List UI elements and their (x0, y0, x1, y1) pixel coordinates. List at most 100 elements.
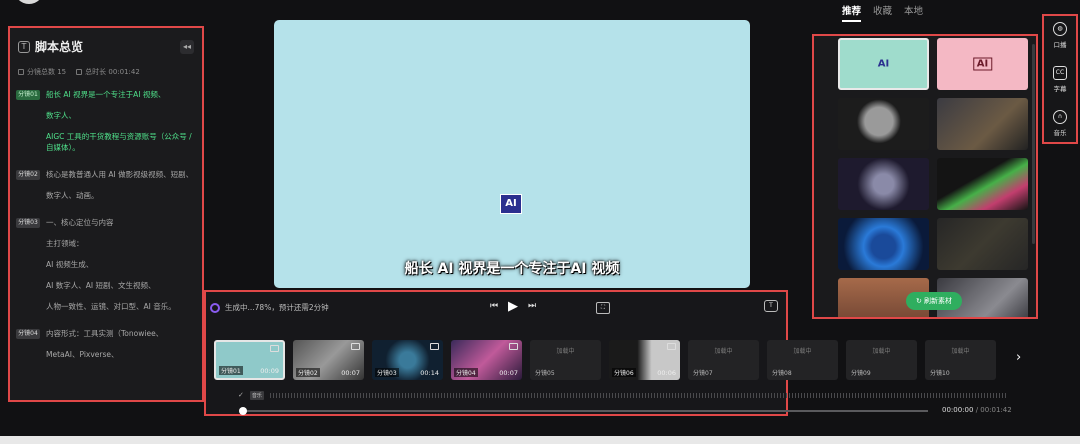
toolbar-item-0[interactable]: ◍ 口播 (1044, 22, 1076, 49)
clip-thumbnail[interactable]: 分镜01 00:09 (214, 340, 285, 380)
material-tile[interactable] (838, 158, 929, 210)
audio-waveform (269, 392, 1008, 398)
toolbar-item-label: 口播 (1053, 41, 1067, 49)
material-tile[interactable] (937, 158, 1028, 210)
toolbar-item-1[interactable]: CC 字幕 (1044, 66, 1076, 93)
segment-line: 船长 AI 视界是一个专注于AI 视频、 (46, 90, 166, 99)
material-tile[interactable]: AI (838, 38, 929, 90)
segment-line: 人物一致性、运镜、对口型、AI 音乐。 (46, 302, 176, 311)
clip-preview-icon[interactable] (430, 343, 439, 350)
clip-thumbnail[interactable]: 分镜03 00:14 (372, 340, 443, 380)
ai-chip-mark: AI (972, 57, 993, 71)
collapse-panel-button[interactable]: ◂◂ (180, 39, 194, 54)
loading-text: 加载中 (556, 348, 575, 355)
segments-total-stat: 分镜总数 15 (18, 67, 66, 77)
segment-badge: 分镜01 (16, 90, 40, 100)
tab-material-1[interactable]: 收藏 (873, 3, 892, 22)
generation-status-text: 生成中...78%，预计还需2分钟 (225, 303, 329, 312)
generation-status: 生成中...78%，预计还需2分钟 (210, 302, 329, 313)
material-tile[interactable] (937, 98, 1028, 150)
segment-line: AI 数字人、AI 短剧、文生视频、 (46, 281, 156, 290)
loading-text: 加载中 (714, 348, 733, 355)
audio-badge: 音乐 (249, 390, 264, 400)
clock-icon (76, 69, 83, 75)
toolbar-item-2[interactable]: ∩ 音乐 (1044, 110, 1076, 137)
grid-icon (18, 69, 24, 75)
clip-thumbnail[interactable]: 加载中 分镜08 (767, 340, 838, 380)
loading-text: 加载中 (793, 348, 812, 355)
text-icon: T (18, 40, 30, 53)
script-segment[interactable]: 分镜04 内容形式：工具实测（Tonowiee、 MetaAI、Pixverse、 (10, 328, 202, 370)
clip-duration: 00:07 (341, 369, 360, 377)
material-tile[interactable] (937, 218, 1028, 270)
check-icon: ✓ (238, 391, 244, 399)
clip-duration: 00:07 (499, 369, 518, 377)
clip-thumbnail[interactable]: 加载中 分镜07 (688, 340, 759, 380)
clip-preview-icon[interactable] (270, 345, 279, 352)
timecode: 00:00:00 / 00:01:42 (942, 406, 1012, 414)
script-segment[interactable]: 分镜01 船长 AI 视界是一个专注于AI 视频、 数字人、 AIGC 工具的干货教程… (10, 89, 202, 163)
refresh-material-button[interactable]: ↻ 刷新素材 (906, 292, 962, 310)
clip-label: 分镜10 (930, 370, 950, 377)
clip-thumbnail[interactable]: 加载中 分镜05 (530, 340, 601, 380)
app-root: T 脚本总览 ◂◂ 分镜总数 15 总时长 00:01:42 分镜01 船长 AI… (0, 0, 1080, 444)
segment-text: 内容形式：工具实测（Tonowiee、 MetaAI、Pixverse、 (46, 328, 196, 370)
clip-thumbnail[interactable]: 加载中分镜09 (846, 340, 917, 380)
microphone-icon: ◍ (1053, 22, 1067, 36)
material-panel: AI AI (812, 34, 1038, 319)
segment-line: 一、核心定位与内容 (46, 218, 114, 227)
segment-list: 分镜01 船长 AI 视界是一个专注于AI 视频、 数字人、 AIGC 工具的干货教程… (10, 89, 202, 370)
clip-strip: 分镜01 00:09 分镜02 00:07 分镜03 00:14 分镜04 00:07 加载中分… (214, 340, 1034, 382)
clip-label: 分镜09 (851, 370, 871, 377)
material-tile[interactable] (838, 98, 929, 150)
segment-line: 内容形式：工具实测（Tonowiee、 (46, 329, 164, 338)
clip-label: 分镜01 (219, 366, 243, 375)
script-segment[interactable]: 分镜02 核心是教普通人用 AI 做影视级视频、短剧、 数字人、动画。 (10, 169, 202, 211)
clip-preview-icon[interactable] (509, 343, 518, 350)
clip-preview-icon[interactable] (667, 343, 676, 350)
segment-line: 核心是教普通人用 AI 做影视级视频、短剧、 (46, 170, 194, 179)
clip-label: 分镜04 (454, 368, 478, 377)
duration-total-stat: 总时长 00:01:42 (76, 67, 140, 77)
scroll-right-chevron-icon[interactable]: › (1016, 350, 1021, 365)
clip-duration: 00:09 (260, 367, 279, 375)
segment-badge: 分镜04 (16, 329, 40, 339)
clip-duration: 00:14 (420, 369, 439, 377)
audio-track[interactable]: ✓ 音乐 (238, 390, 1008, 400)
material-scrollbar[interactable] (1032, 44, 1035, 244)
segment-line: 数字人、动画。 (46, 191, 99, 200)
progress-knob[interactable] (239, 407, 247, 415)
script-segment[interactable]: 分镜03 一、核心定位与内容 主打领域： AI 视频生成、 AI 数字人、AI 短剧、文… (10, 217, 202, 322)
script-stats: 分镜总数 15 总时长 00:01:42 (10, 59, 202, 89)
bottom-bar (0, 436, 1080, 444)
tab-material-0[interactable]: 推荐 (842, 3, 862, 22)
caption-toggle-button[interactable]: T (764, 300, 778, 312)
progress-ring-icon (210, 302, 220, 313)
tab-material-2[interactable]: 本地 (904, 3, 923, 22)
script-panel-header: T 脚本总览 ◂◂ (10, 28, 202, 59)
material-tabs: 推荐 收藏 本地 (842, 3, 935, 22)
playback-progress-bar[interactable] (239, 407, 928, 415)
clip-thumbnail[interactable]: 分镜04 00:07 (451, 340, 522, 380)
clip-label: 分镜06 (612, 368, 636, 377)
toolbar-item-label: 音乐 (1053, 129, 1067, 137)
clip-thumbnail[interactable]: 加载中分镜10 (925, 340, 996, 380)
script-overview-panel: T 脚本总览 ◂◂ 分镜总数 15 总时长 00:01:42 分镜01 船长 AI… (8, 26, 204, 402)
loading-text: 加载中 (951, 348, 970, 355)
play-button[interactable]: ▶ (508, 299, 518, 314)
ai-logo-mark: AI (877, 58, 890, 70)
material-tile[interactable]: AI (937, 38, 1028, 90)
clip-preview-icon[interactable] (351, 343, 360, 350)
clip-duration: 00:06 (657, 369, 676, 377)
segment-badge: 分镜03 (16, 218, 40, 228)
fullscreen-button[interactable]: ⛶ (596, 302, 610, 314)
previous-button[interactable]: ⏮ (490, 301, 498, 311)
loading-text: 加载中 (872, 348, 891, 355)
clip-thumbnail[interactable]: 分镜06 00:06 (609, 340, 680, 380)
next-button[interactable]: ⏭ (528, 301, 536, 311)
player-controls: 生成中...78%，预计还需2分钟 ⏮ ▶ ⏭ T (206, 292, 786, 322)
video-preview[interactable]: AI (274, 20, 750, 288)
clip-thumbnail[interactable]: 分镜02 00:07 (293, 340, 364, 380)
avatar[interactable] (14, 0, 44, 4)
material-tile[interactable] (838, 218, 929, 270)
